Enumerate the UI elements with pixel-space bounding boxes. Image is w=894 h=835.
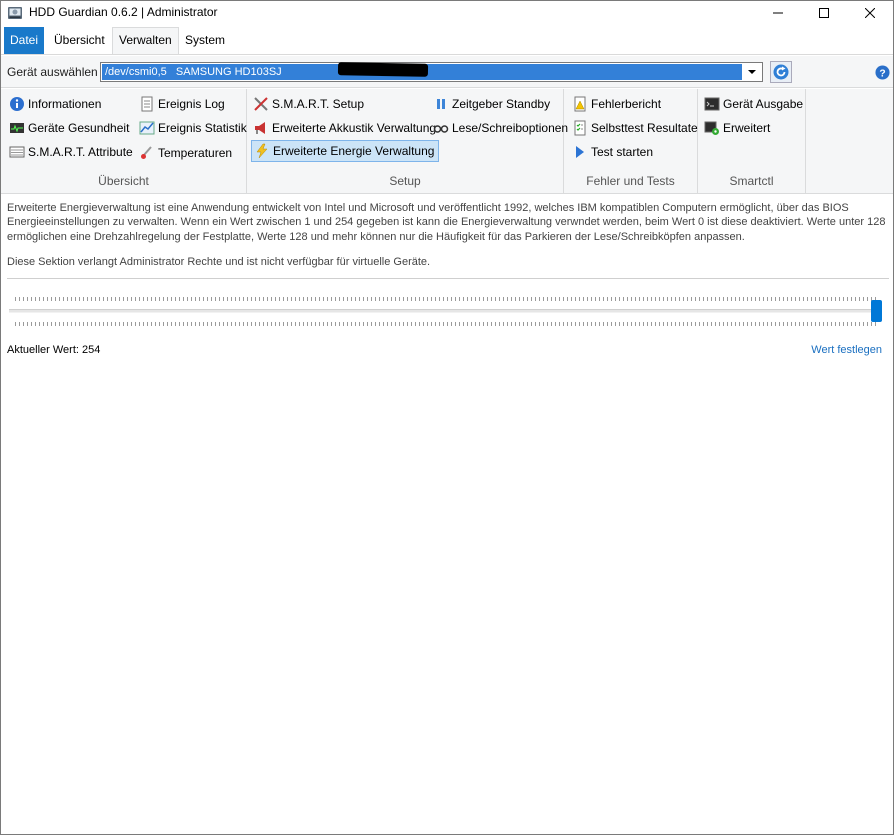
ribbon-test-starten[interactable]: Test starten (572, 141, 653, 163)
megaphone-icon (255, 122, 265, 134)
group-title-setup: Setup (389, 174, 421, 188)
ribbon-fehlerbericht-label: Fehlerbericht (591, 97, 662, 111)
window-title: HDD Guardian 0.6.2 | Administrator (29, 5, 218, 19)
refresh-icon (773, 64, 789, 80)
description-text: Erweiterte Energieverwaltung ist eine An… (7, 202, 886, 243)
log-icon (141, 96, 153, 112)
console-settings-icon (704, 121, 719, 135)
ribbon-group-smartctl: Gerät Ausgabe Erweitert Smartctl (698, 89, 806, 194)
thermometer-icon (141, 146, 152, 159)
ribbon: Informationen Geräte Gesundheit S.M.A.R.… (1, 89, 893, 194)
section-description: Erweiterte Energieverwaltung ist eine An… (7, 201, 887, 280)
close-button[interactable] (847, 1, 893, 25)
apm-value-slider[interactable] (9, 293, 885, 329)
redaction-mark (337, 62, 429, 77)
slider-ticks-top (15, 297, 877, 301)
ribbon-selbsttest-resultate-label: Selbsttest Resultate (591, 121, 698, 135)
ribbon-geraet-ausgabe-label: Gerät Ausgabe (723, 97, 804, 111)
device-dropdown-value: /dev/csmi0,5 SAMSUNG HD103SJ (102, 62, 742, 80)
checklist-icon (574, 120, 586, 136)
ribbon-temperaturen[interactable]: Temperaturen (139, 142, 232, 164)
slider-ticks-bottom (15, 322, 877, 326)
info-icon (10, 97, 24, 111)
ribbon-ereignis-log-label: Ereignis Log (158, 97, 225, 111)
ribbon-ereignis-statistik-label: Ereignis Statistik (158, 121, 247, 135)
content-divider (7, 278, 889, 279)
ribbon-smart-setup-label: S.M.A.R.T. Setup (272, 97, 365, 111)
chevron-down-icon (748, 69, 756, 74)
minimize-icon (773, 12, 783, 14)
ribbon-smart-attribute[interactable]: S.M.A.R.T. Attribute (9, 141, 133, 163)
play-icon (576, 146, 584, 158)
ribbon-informationen[interactable]: Informationen (9, 93, 101, 115)
ribbon-temperaturen-label: Temperaturen (158, 146, 233, 160)
slider-thumb[interactable] (871, 300, 882, 322)
attribute-table-icon (9, 146, 25, 158)
warning-document-icon (574, 96, 586, 112)
menu-verwalten[interactable]: Verwalten (112, 27, 179, 54)
statistics-chart-icon (139, 121, 155, 135)
device-model: SAMSUNG HD103SJ (175, 66, 282, 78)
ribbon-informationen-label: Informationen (28, 97, 102, 111)
group-title-smartctl: Smartctl (729, 174, 774, 188)
minimize-button[interactable] (755, 1, 801, 25)
group-title-fehler-tests: Fehler und Tests (586, 174, 675, 188)
current-value-label: Aktueller Wert: 254 (7, 344, 101, 356)
menu-uebersicht[interactable]: Übersicht (48, 27, 111, 54)
ribbon-group-uebersicht: Informationen Geräte Gesundheit S.M.A.R.… (1, 89, 247, 194)
maximize-button[interactable] (801, 1, 847, 25)
ribbon-ereignis-statistik[interactable]: Ereignis Statistik (139, 117, 247, 139)
ribbon-smart-attribute-label: S.M.A.R.T. Attribute (28, 145, 133, 159)
ribbon-lese-schreiboptionen-label: Lese/Schreiboptionen (452, 121, 569, 135)
ribbon-zeitgeber-standby[interactable]: Zeitgeber Standby (433, 93, 550, 115)
ribbon-erweitert[interactable]: Erweitert (704, 117, 770, 139)
refresh-button[interactable] (770, 61, 792, 83)
ribbon-zeitgeber-standby-label: Zeitgeber Standby (452, 97, 551, 111)
hdd-app-icon (8, 7, 22, 19)
close-icon (865, 8, 875, 18)
help-icon[interactable]: ? (875, 65, 890, 80)
ribbon-geraete-gesundheit[interactable]: Geräte Gesundheit (9, 117, 129, 139)
title-bar: HDD Guardian 0.6.2 | Administrator (1, 1, 893, 25)
slider-track[interactable] (9, 309, 877, 313)
device-selection-bar: Gerät auswählen /dev/csmi0,5 SAMSUNG HD1… (1, 56, 893, 88)
ribbon-group-setup: S.M.A.R.T. Setup Erweiterte Akkustik Ver… (247, 89, 568, 194)
ribbon-energie-verwaltung-label: Erweiterte Energie Verwaltung (273, 144, 435, 158)
ribbon-geraete-gesundheit-label: Geräte Gesundheit (28, 121, 130, 135)
ribbon-smart-setup[interactable]: S.M.A.R.T. Setup (253, 93, 364, 115)
ribbon-lese-schreiboptionen[interactable]: Lese/Schreiboptionen (433, 117, 568, 139)
ribbon-energie-verwaltung[interactable]: Erweiterte Energie Verwaltung (251, 140, 440, 162)
device-path: /dev/csmi0,5 (105, 66, 167, 78)
admin-note: Diese Sektion verlangt Administrator Rec… (7, 255, 431, 268)
ribbon-selbsttest-resultate[interactable]: Selbsttest Resultate (572, 117, 698, 139)
ribbon-geraet-ausgabe[interactable]: Gerät Ausgabe (704, 93, 803, 115)
glasses-icon (433, 125, 449, 133)
health-monitor-icon (10, 123, 24, 133)
pause-icon (437, 99, 445, 109)
device-select-label: Gerät auswählen (7, 65, 98, 79)
group-title-uebersicht: Übersicht (98, 174, 149, 188)
maximize-icon (819, 8, 829, 18)
ribbon-akkustik-verwaltung-label: Erweiterte Akkustik Verwaltung (272, 121, 437, 135)
ribbon-fehlerbericht[interactable]: Fehlerbericht (572, 93, 661, 115)
tools-icon (254, 97, 268, 111)
menu-system[interactable]: System (179, 27, 231, 54)
ribbon-erweitert-label: Erweitert (723, 121, 771, 135)
menu-bar: Datei Übersicht Verwalten System (1, 27, 893, 55)
ribbon-group-fehler-tests: Fehlerbericht Selbsttest Resultate Test … (564, 89, 698, 194)
ribbon-ereignis-log[interactable]: Ereignis Log (139, 93, 225, 115)
ribbon-test-starten-label: Test starten (591, 145, 654, 159)
ribbon-akkustik-verwaltung[interactable]: Erweiterte Akkustik Verwaltung (253, 117, 436, 139)
lightning-icon (256, 143, 268, 159)
svg-text:?: ? (879, 68, 885, 79)
app-window: HDD Guardian 0.6.2 | Administrator Datei… (0, 0, 894, 835)
dropdown-button[interactable] (744, 64, 760, 80)
device-dropdown[interactable]: /dev/csmi0,5 SAMSUNG HD103SJ (100, 62, 763, 82)
console-icon (704, 97, 720, 111)
menu-datei[interactable]: Datei (4, 27, 45, 54)
set-value-link[interactable]: Wert festlegen (811, 344, 882, 356)
